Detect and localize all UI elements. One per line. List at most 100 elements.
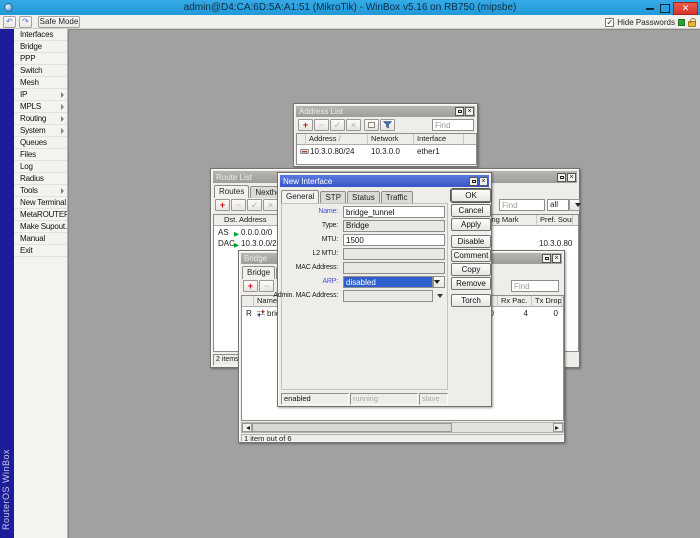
tab-bridge[interactable]: Bridge bbox=[242, 266, 275, 279]
submenu-arrow-icon bbox=[61, 188, 64, 194]
admin-mac-dropdown[interactable] bbox=[343, 290, 433, 302]
flags-column-header[interactable] bbox=[242, 296, 254, 307]
slave-status: slave bbox=[419, 393, 448, 405]
close-icon[interactable]: ✕ bbox=[673, 2, 698, 15]
remove-button[interactable]: − bbox=[314, 119, 329, 131]
sidebar-item-files[interactable]: Files bbox=[14, 149, 67, 161]
sidebar-item-manual[interactable]: Manual bbox=[14, 233, 67, 245]
ok-button[interactable]: OK bbox=[451, 189, 491, 202]
scroll-left-icon[interactable] bbox=[242, 423, 252, 432]
find-scope-select[interactable]: all bbox=[547, 199, 569, 211]
tab-traffic[interactable]: Traffic bbox=[381, 191, 413, 203]
route-flag-icon: ▶ bbox=[234, 240, 239, 250]
dropdown-combo-icon[interactable] bbox=[433, 276, 445, 288]
sidebar-item-switch[interactable]: Switch bbox=[14, 65, 67, 77]
sidebar-item-mesh[interactable]: Mesh bbox=[14, 77, 67, 89]
cancel-button[interactable]: Cancel bbox=[451, 204, 491, 217]
find-input[interactable] bbox=[511, 280, 559, 292]
column-filter-button[interactable] bbox=[464, 134, 476, 145]
maximize-icon[interactable] bbox=[557, 173, 566, 182]
network-column-header[interactable]: Network bbox=[368, 134, 414, 145]
mac-address-label: MAC Address: bbox=[296, 262, 338, 274]
maximize-icon[interactable] bbox=[542, 254, 551, 263]
column-filter-button[interactable] bbox=[573, 215, 579, 226]
sidebar-item-radius[interactable]: Radius bbox=[14, 173, 67, 185]
sidebar-item-routing[interactable]: Routing bbox=[14, 113, 67, 125]
dialog-titlebar[interactable]: New Interface × bbox=[280, 175, 489, 187]
dropdown-combo-icon[interactable] bbox=[569, 199, 580, 211]
sidebar-item-new-terminal[interactable]: New Terminal bbox=[14, 197, 67, 209]
sidebar-item-make-supout[interactable]: Make Supout.rif bbox=[14, 221, 67, 233]
arp-label: ARP: bbox=[322, 276, 338, 288]
close-icon[interactable]: × bbox=[552, 254, 561, 263]
main-toolbar: ↶ ↷ Safe Mode ✓ Hide Passwords bbox=[0, 15, 700, 29]
pref-source-column-header[interactable]: Pref. Source bbox=[537, 215, 573, 226]
ip-address-icon bbox=[300, 147, 309, 158]
horizontal-scrollbar[interactable] bbox=[241, 422, 564, 433]
add-button[interactable]: + bbox=[298, 119, 313, 131]
add-button[interactable]: + bbox=[243, 280, 258, 292]
copy-button[interactable]: Copy bbox=[451, 263, 491, 276]
address-list-titlebar[interactable]: Address List × bbox=[296, 106, 475, 117]
sidebar-item-interfaces[interactable]: Interfaces bbox=[14, 29, 67, 41]
sidebar-item-tools[interactable]: Tools bbox=[14, 185, 67, 197]
enable-button[interactable]: ✓ bbox=[330, 119, 345, 131]
sidebar-menu: Interfaces Bridge PPP Switch Mesh IP MPL… bbox=[14, 29, 68, 538]
flags-column-header[interactable] bbox=[297, 134, 306, 145]
filter-icon[interactable] bbox=[380, 119, 395, 131]
comment-button[interactable] bbox=[364, 119, 379, 131]
safe-mode-button[interactable]: Safe Mode bbox=[38, 16, 80, 28]
enable-button[interactable]: ✓ bbox=[247, 199, 262, 211]
sidebar-item-exit[interactable]: Exit bbox=[14, 245, 67, 257]
main-titlebar[interactable]: admin@D4:CA:6D:5A:A1:51 (MikroTik) - Win… bbox=[0, 0, 700, 15]
admin-mac-label: Admin. MAC Address: bbox=[273, 290, 338, 302]
sidebar-item-metarouter[interactable]: MetaROUTER bbox=[14, 209, 67, 221]
sidebar-item-queues[interactable]: Queues bbox=[14, 137, 67, 149]
undo-icon[interactable]: ↶ bbox=[3, 16, 16, 28]
find-input[interactable] bbox=[499, 199, 545, 211]
remove-button[interactable]: − bbox=[231, 199, 246, 211]
rx-pac-column-header[interactable]: Rx Pac. bbox=[498, 296, 532, 307]
close-icon[interactable]: × bbox=[479, 177, 488, 186]
redo-icon[interactable]: ↷ bbox=[19, 16, 32, 28]
disable-button[interactable]: × bbox=[263, 199, 278, 211]
close-icon[interactable]: × bbox=[465, 107, 474, 116]
close-icon[interactable]: × bbox=[567, 173, 576, 182]
name-field[interactable] bbox=[343, 206, 445, 218]
tab-stp[interactable]: STP bbox=[320, 191, 346, 203]
maximize-icon[interactable] bbox=[469, 177, 478, 186]
pref-source-cell: 10.3.0.80 bbox=[539, 239, 572, 249]
mtu-field[interactable] bbox=[343, 234, 445, 246]
remove-button[interactable]: Remove bbox=[451, 277, 491, 290]
sidebar-item-ip[interactable]: IP bbox=[14, 89, 67, 101]
comment-button[interactable]: Comment bbox=[451, 249, 491, 262]
apply-button[interactable]: Apply bbox=[451, 218, 491, 231]
hide-passwords-checkbox[interactable]: ✓ bbox=[605, 18, 614, 27]
torch-button[interactable]: Torch bbox=[451, 294, 491, 307]
tab-status[interactable]: Status bbox=[347, 191, 380, 203]
sidebar-item-ppp[interactable]: PPP bbox=[14, 53, 67, 65]
tab-routes[interactable]: Routes bbox=[214, 185, 249, 198]
arp-dropdown[interactable]: disabled bbox=[343, 276, 433, 288]
sidebar-item-bridge[interactable]: Bridge bbox=[14, 41, 67, 53]
maximize-icon[interactable] bbox=[657, 1, 671, 14]
tx-drops-column-header[interactable]: Tx Drops bbox=[532, 296, 562, 307]
scrollbar-thumb[interactable] bbox=[252, 423, 452, 432]
submenu-arrow-icon bbox=[61, 128, 64, 134]
column-filter-button[interactable] bbox=[562, 296, 564, 307]
disable-button[interactable]: × bbox=[346, 119, 361, 131]
find-input[interactable] bbox=[432, 119, 474, 131]
add-button[interactable]: + bbox=[215, 199, 230, 211]
scroll-right-icon[interactable] bbox=[553, 423, 563, 432]
disable-button[interactable]: Disable bbox=[451, 235, 491, 248]
address-column-header[interactable]: Address / bbox=[306, 134, 368, 145]
sidebar-item-system[interactable]: System bbox=[14, 125, 67, 137]
remove-button[interactable]: − bbox=[259, 280, 274, 292]
minimize-icon[interactable] bbox=[643, 1, 657, 14]
sidebar-item-mpls[interactable]: MPLS bbox=[14, 101, 67, 113]
interface-column-header[interactable]: Interface bbox=[414, 134, 464, 145]
maximize-icon[interactable] bbox=[455, 107, 464, 116]
dialog-title: New Interface bbox=[283, 176, 468, 187]
tab-general[interactable]: General bbox=[281, 190, 319, 203]
sidebar-item-log[interactable]: Log bbox=[14, 161, 67, 173]
